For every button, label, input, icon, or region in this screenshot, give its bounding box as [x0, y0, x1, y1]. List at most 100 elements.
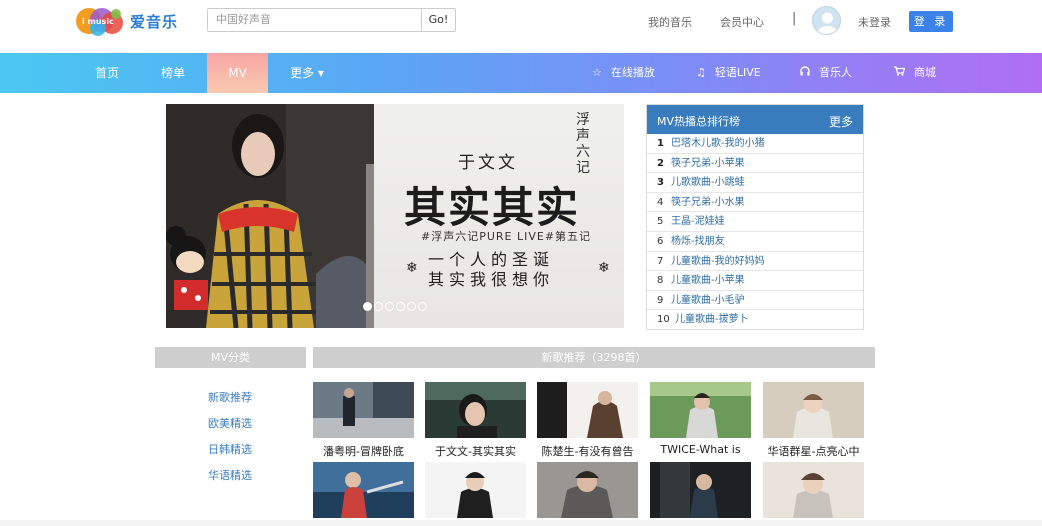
rank-song[interactable]: 筷子兄弟-小水果: [671, 197, 745, 208]
my-music-link[interactable]: 我的音乐: [648, 14, 692, 30]
category-japan-korea[interactable]: 日韩精选: [208, 441, 252, 457]
headphones-icon: [800, 53, 810, 93]
carousel-dot[interactable]: [418, 302, 427, 311]
nav-online-play[interactable]: ☆ 在线播放: [592, 53, 655, 93]
search-input[interactable]: 中国好声音: [207, 8, 422, 32]
site-logo[interactable]: i music 爱音乐: [74, 6, 184, 36]
rank-number: 7: [657, 255, 664, 267]
category-chinese[interactable]: 华语精选: [208, 467, 252, 483]
rank-number: 3: [657, 177, 664, 189]
mv-thumbnail[interactable]: [425, 462, 526, 518]
logo-icon: i music: [76, 8, 123, 36]
snowflake-icon: ❄: [406, 260, 418, 276]
mv-thumbnail[interactable]: [313, 462, 414, 518]
mv-thumbnail[interactable]: [537, 462, 638, 518]
rank-song[interactable]: 儿童歌曲-小苹果: [671, 275, 745, 286]
music-note-icon: ♫: [696, 66, 706, 79]
carousel-dots: [363, 302, 427, 311]
mv-ranking-panel: MV热播总排行榜 更多 1 巴塔木儿歌-我的小猪 2 筷子兄弟-小苹果 3 儿歌歌曲-…: [646, 104, 864, 330]
page-bottom-edge: [0, 520, 1042, 526]
rank-number: 4: [657, 196, 664, 208]
nav-home[interactable]: 首页: [80, 53, 134, 93]
mv-caption[interactable]: 于文文-其实其实: [425, 443, 526, 459]
nav-more[interactable]: 更多 ▾: [280, 53, 334, 93]
ranking-header: MV热播总排行榜 更多: [647, 105, 863, 134]
carousel-dot[interactable]: [396, 302, 405, 311]
ranking-row[interactable]: 7 儿童歌曲-我的好妈妈: [647, 252, 863, 272]
nav-live-label: 轻语LIVE: [714, 66, 761, 79]
banner-tag: #浮声六记PURE LIVE#第五记: [421, 230, 592, 243]
rank-number: 9: [657, 294, 664, 306]
mv-thumbnail[interactable]: [537, 382, 638, 438]
mv-thumbnail[interactable]: [650, 382, 751, 438]
carousel-dot[interactable]: [374, 302, 383, 311]
ranking-more-link[interactable]: 更多: [829, 113, 853, 130]
main-nav: 首页 榜单 MV 更多 ▾ ☆ 在线播放 ♫ 轻语LIVE 音乐人 商城: [0, 53, 1042, 93]
ranking-row[interactable]: 2 筷子兄弟-小苹果: [647, 154, 863, 174]
ranking-row[interactable]: 9 儿童歌曲-小毛驴: [647, 291, 863, 311]
category-new-songs[interactable]: 新歌推荐: [208, 389, 252, 405]
rank-number: 6: [657, 235, 664, 247]
ranking-row[interactable]: 4 筷子兄弟-小水果: [647, 193, 863, 213]
cart-icon: [894, 53, 906, 93]
login-button[interactable]: 登 录: [909, 11, 953, 32]
mv-thumbnail[interactable]: [425, 382, 526, 438]
banner-line-2: 其实我很想你: [428, 270, 555, 289]
nav-shop[interactable]: 商城: [894, 53, 936, 93]
top-header: i music 爱音乐 中国好声音 Go! 我的音乐 会员中心 | 未登录 登 …: [0, 0, 1042, 53]
nav-mv[interactable]: MV: [207, 53, 268, 93]
ranking-title: MV热播总排行榜: [657, 115, 741, 128]
mv-thumbnail[interactable]: [763, 462, 864, 518]
mv-caption[interactable]: 潘粤明-冒牌卧底: [313, 443, 414, 459]
nav-musician[interactable]: 音乐人: [800, 53, 852, 93]
rank-number: 5: [657, 216, 664, 228]
mv-caption[interactable]: TWICE-What is: [650, 443, 751, 456]
rank-song[interactable]: 筷子兄弟-小苹果: [671, 158, 745, 169]
mv-thumbnail[interactable]: [313, 382, 414, 438]
category-western[interactable]: 欧美精选: [208, 415, 252, 431]
mv-thumbnail[interactable]: [650, 462, 751, 518]
carousel-dot[interactable]: [407, 302, 416, 311]
carousel-dot[interactable]: [385, 302, 394, 311]
avatar[interactable]: [812, 6, 841, 35]
rank-song[interactable]: 儿童歌曲-拔萝卜: [675, 314, 749, 325]
banner-artist: 于文文: [458, 153, 518, 173]
rank-number: 1: [657, 138, 664, 149]
nav-live[interactable]: ♫ 轻语LIVE: [696, 53, 761, 93]
ranking-row[interactable]: 6 杨烁-找朋友: [647, 232, 863, 252]
logo-brand-text: 爱音乐: [130, 13, 179, 31]
mv-thumbnail[interactable]: [763, 382, 864, 438]
rank-song[interactable]: 儿童歌曲-我的好妈妈: [671, 256, 765, 267]
rank-song[interactable]: 巴塔木儿歌-我的小猪: [671, 138, 765, 149]
carousel-dot[interactable]: [363, 302, 372, 311]
rank-song[interactable]: 儿童歌曲-小毛驴: [671, 295, 745, 306]
mv-caption[interactable]: 陈楚生-有没有曾告: [537, 443, 638, 459]
rank-song[interactable]: 杨烁-找朋友: [671, 236, 725, 247]
search-button[interactable]: Go!: [421, 8, 456, 32]
nav-musician-label: 音乐人: [819, 66, 852, 79]
nav-online-play-label: 在线播放: [610, 66, 655, 79]
banner-carousel[interactable]: 浮声六记 于文文 其实其实 #浮声六记PURE LIVE#第五记 ❄ 一个人的圣…: [166, 104, 624, 328]
new-song-recommend-header: 新歌推荐（3298首）: [313, 347, 875, 368]
snowflake-icon: ❄: [598, 260, 610, 276]
user-status-text: 未登录: [858, 16, 891, 29]
rank-number: 2: [657, 157, 664, 169]
banner-title: 其实其实: [404, 183, 581, 232]
mv-caption[interactable]: 华语群星-点亮心中: [763, 443, 864, 459]
nav-shop-label: 商城: [914, 66, 936, 79]
svg-text:i music: i music: [82, 17, 114, 26]
rank-song[interactable]: 王晶-泥娃娃: [671, 216, 725, 227]
ranking-row[interactable]: 3 儿歌歌曲-小跳蛙: [647, 173, 863, 193]
ranking-row[interactable]: 10 儿童歌曲-拔萝卜: [647, 310, 863, 330]
rank-number: 10: [657, 314, 670, 326]
rank-number: 8: [657, 275, 664, 287]
banner-stamp: 浮声六记: [576, 112, 590, 176]
nav-charts[interactable]: 榜单: [146, 53, 200, 93]
mv-category-header: MV分类: [155, 347, 306, 368]
rank-song[interactable]: 儿歌歌曲-小跳蛙: [671, 177, 745, 188]
ranking-row[interactable]: 5 王晶-泥娃娃: [647, 212, 863, 232]
vip-center-link[interactable]: 会员中心: [720, 14, 764, 30]
user-avatar-icon: [817, 12, 838, 34]
ranking-row[interactable]: 8 儿童歌曲-小苹果: [647, 271, 863, 291]
ranking-row[interactable]: 1 巴塔木儿歌-我的小猪: [647, 134, 863, 154]
